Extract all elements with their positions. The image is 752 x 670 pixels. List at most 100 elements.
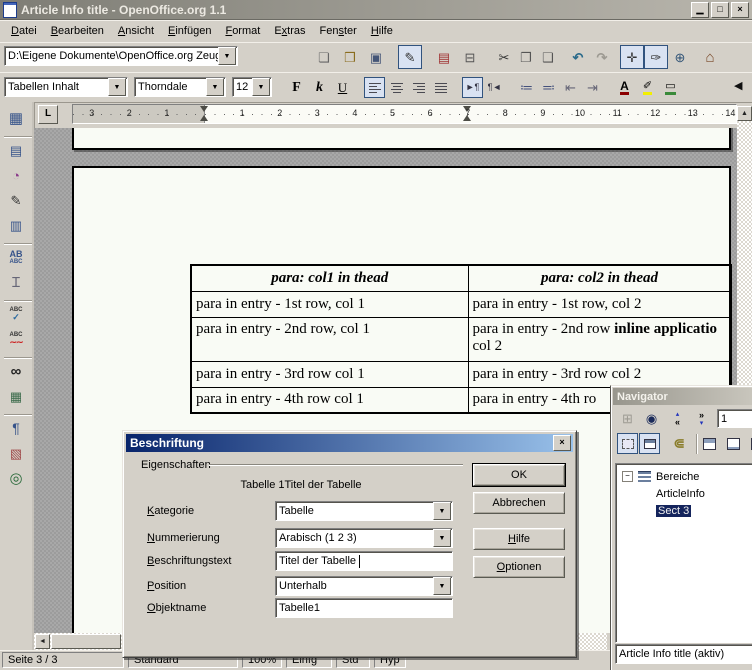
auto-spellcheck-button[interactable]: ABC∼∼ xyxy=(4,327,28,351)
pdf-export-button[interactable]: ▤ xyxy=(432,45,456,69)
data-sources-button[interactable]: ▦ xyxy=(4,384,28,408)
navigator-title-bar[interactable]: Navigator xyxy=(613,388,752,405)
menu-hilfe[interactable]: Hilfe xyxy=(364,22,400,40)
next-button[interactable]: »▾ xyxy=(691,408,712,429)
menu-einfuegen[interactable]: Einfügen xyxy=(161,22,218,40)
dialog-title-bar[interactable]: Beschriftung × xyxy=(126,434,573,452)
font-name-combobox[interactable]: Thorndale ▼ xyxy=(134,77,226,97)
dropdown-arrow-icon[interactable]: ▼ xyxy=(433,577,451,595)
dropdown-arrow-icon[interactable]: ▼ xyxy=(433,502,451,520)
horizontal-scrollbar-thumb[interactable] xyxy=(51,634,121,649)
table-cell[interactable]: para in entry - 3rd row col 2 xyxy=(468,361,731,387)
align-justify-button[interactable] xyxy=(430,77,451,98)
table-cell[interactable]: para in entry - 1st row, col 2 xyxy=(468,291,731,317)
dropdown-arrow-icon[interactable]: ▼ xyxy=(206,78,224,96)
maximize-button[interactable]: □ xyxy=(711,2,729,18)
footer-button[interactable] xyxy=(723,433,744,454)
bullet-list-button[interactable]: ≕ xyxy=(538,77,559,98)
save-button[interactable]: ▣ xyxy=(364,45,388,69)
menu-format[interactable]: Format xyxy=(218,22,267,40)
nonprinting-characters-button[interactable]: ¶ xyxy=(4,416,28,440)
gallery-button[interactable]: ⌂ xyxy=(698,45,722,69)
paragraph-style-combobox[interactable]: Tabellen Inhalt ▼ xyxy=(4,77,128,97)
objektname-input[interactable]: Tabelle1 xyxy=(275,598,453,618)
kategorie-combobox[interactable]: Tabelle ▼ xyxy=(275,501,453,521)
highlighting-button[interactable]: ✐ xyxy=(637,77,658,98)
cut-button[interactable]: ✂ xyxy=(492,45,516,69)
nummerierung-combobox[interactable]: Arabisch (1 2 3) ▼ xyxy=(275,528,453,548)
direct-cursor-button[interactable]: Ɪ xyxy=(4,270,28,294)
insert-form-button[interactable]: ▥ xyxy=(4,213,28,237)
copy-button[interactable]: ❐ xyxy=(514,45,538,69)
underline-button[interactable]: U xyxy=(332,77,353,98)
insert-table-button[interactable]: ▦ xyxy=(4,106,28,130)
menu-bearbeiten[interactable]: Bearbeiten xyxy=(44,22,111,40)
redo-button[interactable]: ↷ xyxy=(590,45,614,69)
table-cell[interactable]: para in entry - 4th row col 1 xyxy=(191,387,468,413)
hilfe-button[interactable]: Hilfe xyxy=(473,528,565,550)
hyperlink-dialog-button[interactable]: ⊕ xyxy=(668,45,692,69)
header-button[interactable] xyxy=(699,433,720,454)
menu-ansicht[interactable]: Ansicht xyxy=(111,22,161,40)
anchor-text-toggle-button[interactable] xyxy=(747,433,752,454)
beschriftungstext-input[interactable]: Titel der Tabelle xyxy=(275,551,453,571)
italic-button[interactable]: k xyxy=(309,77,330,98)
online-layout-button[interactable]: ◎ xyxy=(4,466,28,490)
draw-functions-button[interactable]: ✎ xyxy=(4,188,28,212)
bold-button[interactable]: F xyxy=(286,77,307,98)
undo-button[interactable]: ↶ xyxy=(566,45,590,69)
spellcheck-button[interactable]: ABC✓ xyxy=(4,302,28,326)
set-reminder-button[interactable]: ⋓ xyxy=(669,433,690,454)
tree-item-articleinfo[interactable]: ArticleInfo xyxy=(616,485,752,502)
navigator-list-toggle-button[interactable]: ⊞ xyxy=(617,408,638,429)
url-combobox[interactable]: D:\Eigene Dokumente\OpenOffice.org Zeugs… xyxy=(4,46,238,66)
align-left-button[interactable] xyxy=(364,77,385,98)
dropdown-arrow-icon[interactable]: ▼ xyxy=(108,78,126,96)
dialog-close-button[interactable]: × xyxy=(553,435,571,451)
drag-mode-button[interactable] xyxy=(639,433,660,454)
font-size-combobox[interactable]: 12 ▼ xyxy=(232,77,272,97)
new-document-button[interactable]: ❏ xyxy=(312,45,336,69)
ltr-paragraph-button[interactable]: ►¶ xyxy=(462,77,483,98)
navigation-button[interactable]: ◉ xyxy=(641,408,662,429)
table-header-cell[interactable]: para: col1 in thead xyxy=(191,265,468,291)
open-button[interactable]: ❒ xyxy=(338,45,362,69)
align-center-button[interactable] xyxy=(386,77,407,98)
document-selector[interactable]: Article Info title (aktiv) xyxy=(615,644,752,664)
toolbar-collapse-button[interactable]: ◀ xyxy=(734,79,742,92)
collapse-icon[interactable]: − xyxy=(622,471,633,482)
navigator-button[interactable]: ✛ xyxy=(620,45,644,69)
tab-type-selector[interactable]: L xyxy=(38,105,58,124)
menu-fenster[interactable]: Fenster xyxy=(313,22,364,40)
numbered-list-button[interactable]: ≔ xyxy=(516,77,537,98)
scroll-up-button[interactable]: ▲ xyxy=(737,106,752,121)
table-cell[interactable]: para in entry - 2nd row, col 1 xyxy=(191,317,468,361)
edit-file-button[interactable]: ✎ xyxy=(398,45,422,69)
dropdown-arrow-icon[interactable]: ▼ xyxy=(433,529,451,547)
font-color-button[interactable]: A xyxy=(614,77,635,98)
optionen-button[interactable]: Optionen xyxy=(473,556,565,578)
rtl-paragraph-button[interactable]: ¶◄ xyxy=(484,77,505,98)
print-button[interactable]: ⊟ xyxy=(458,45,482,69)
graphics-toggle-button[interactable]: ▧ xyxy=(4,441,28,465)
table-cell[interactable]: para in entry - 3rd row col 1 xyxy=(191,361,468,387)
insert-object-button[interactable]: ◔ xyxy=(4,163,28,187)
table-cell[interactable]: para in entry - 2nd row inline applicati… xyxy=(468,317,731,361)
page-number-spinbox[interactable]: 1 ▲▼ xyxy=(717,409,752,428)
tree-item-sect3[interactable]: Sect 3 xyxy=(616,502,752,519)
align-right-button[interactable] xyxy=(408,77,429,98)
position-combobox[interactable]: Unterhalb ▼ xyxy=(275,576,453,596)
table-cell[interactable]: para in entry - 1st row, col 1 xyxy=(191,291,468,317)
dropdown-arrow-icon[interactable]: ▼ xyxy=(218,47,236,65)
background-color-button[interactable]: ▭ xyxy=(660,77,681,98)
find-replace-button[interactable]: ∞ xyxy=(4,359,28,383)
minimize-button[interactable]: ▁ xyxy=(691,2,709,18)
stylist-button[interactable]: ✑ xyxy=(644,45,668,69)
dropdown-arrow-icon[interactable]: ▼ xyxy=(252,78,270,96)
table-header-cell[interactable]: para: col2 in thead xyxy=(468,265,731,291)
decrease-indent-button[interactable]: ⇤ xyxy=(560,77,581,98)
autotext-button[interactable]: ABABC xyxy=(4,245,28,269)
abbrechen-button[interactable]: Abbrechen xyxy=(473,492,565,514)
close-button[interactable]: × xyxy=(731,2,749,18)
ruler[interactable]: 3211234567891011121314 xyxy=(72,104,737,124)
